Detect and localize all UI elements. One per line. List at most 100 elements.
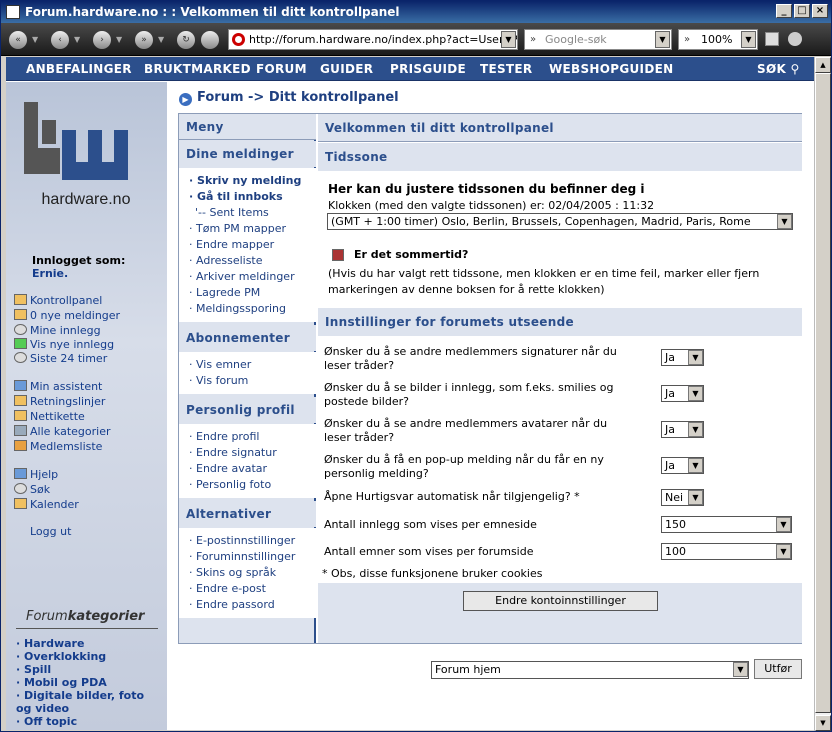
sidebar-link-nye-meldinger[interactable]: 0 nye meldinger — [14, 309, 120, 322]
topics-per-page-select[interactable]: 100 ▼ — [661, 543, 792, 560]
popup-question-cont: personlig melding? — [324, 467, 429, 480]
scroll-thumb[interactable] — [815, 73, 831, 713]
category-mobil[interactable]: · Mobil og PDA — [16, 676, 107, 689]
scroll-down-icon[interactable]: ▼ — [815, 715, 831, 731]
quickreply-select[interactable]: Nei ▼ — [661, 489, 704, 506]
sidebar-link-hjelp[interactable]: Hjelp — [14, 468, 58, 481]
home-icon[interactable] — [201, 31, 219, 49]
chevron-down-icon: ▼ — [777, 214, 792, 229]
vertical-scrollbar[interactable]: ▲ ▼ — [814, 57, 831, 731]
sidebar-link-siste-24[interactable]: Siste 24 timer — [14, 352, 107, 365]
popup-select[interactable]: Ja ▼ — [661, 457, 704, 474]
calendar-icon — [14, 498, 27, 509]
menu-item[interactable]: · Endre avatar — [189, 462, 267, 475]
search-icon: ⚲ — [790, 62, 800, 76]
category-hardware[interactable]: · Hardware — [16, 637, 84, 650]
zoom-dropdown-icon[interactable]: ▼ — [741, 31, 756, 48]
panel-toggle-icon[interactable] — [765, 32, 779, 46]
nav-forum[interactable]: FORUM — [256, 57, 307, 81]
chevron-down-icon: ▼ — [688, 350, 703, 365]
sidebar-link-vis-nye[interactable]: Vis nye innlegg — [14, 338, 114, 351]
browser-toolbar: « ▼ ‹ ▼ › ▼ » ▼ ↻ http://forum.hardware.… — [1, 23, 831, 56]
signature-select[interactable]: Ja ▼ — [661, 349, 704, 366]
dst-checkbox[interactable] — [332, 249, 344, 261]
sidebar-link-alle-kategorier[interactable]: Alle kategorier — [14, 425, 110, 438]
nav-guider[interactable]: GUIDER — [320, 57, 373, 81]
scroll-up-icon[interactable]: ▲ — [815, 57, 831, 73]
timezone-heading: Her kan du justere tidssonen du befinner… — [328, 182, 645, 196]
sidebar-link-retningslinjer[interactable]: Retningslinjer — [14, 395, 105, 408]
images-select[interactable]: Ja ▼ — [661, 385, 704, 402]
back-history-icon[interactable]: ▼ — [74, 35, 80, 44]
sidebar-link-mine-innlegg[interactable]: Mine innlegg — [14, 324, 101, 337]
sidebar-link-kontrollpanel[interactable]: Kontrollpanel — [14, 294, 102, 307]
sidebar-link-sok[interactable]: Søk — [14, 483, 50, 496]
menu-item[interactable]: · Vis emner — [189, 358, 251, 371]
menu-item[interactable]: · Personlig foto — [189, 478, 271, 491]
menu-item[interactable]: · Endre e-post — [189, 582, 266, 595]
close-button[interactable]: × — [812, 4, 828, 18]
avatars-select[interactable]: Ja ▼ — [661, 421, 704, 438]
category-spill[interactable]: · Spill — [16, 663, 51, 676]
reload-icon[interactable]: ↻ — [177, 31, 195, 49]
timezone-select[interactable]: (GMT + 1:00 timer) Oslo, Berlin, Brussel… — [327, 213, 793, 230]
fast-forward-icon[interactable]: » — [135, 31, 153, 49]
menu-item[interactable]: · E-postinnstillinger — [189, 534, 295, 547]
nav-prisguide[interactable]: PRISGUIDE — [390, 57, 466, 81]
menu-item[interactable]: · Lagrede PM — [189, 286, 260, 299]
menu-item[interactable]: · Endre mapper — [189, 238, 274, 251]
username-link[interactable]: Ernie. — [32, 267, 68, 280]
menu-item[interactable]: · Endre signatur — [189, 446, 277, 459]
hardware-logo[interactable]: hardware.no — [16, 100, 156, 220]
menu-item[interactable]: · Skriv ny melding — [189, 174, 301, 187]
save-settings-button[interactable]: Endre kontoinnstillinger — [463, 591, 658, 611]
settings-icon[interactable] — [788, 32, 802, 46]
category-digitale-bilder[interactable]: · Digitale bilder, foto — [16, 689, 144, 702]
forward-history-icon[interactable]: ▼ — [116, 35, 122, 44]
menu-item[interactable]: · Skins og språk — [189, 566, 276, 579]
menu-item[interactable]: · Endre profil — [189, 430, 259, 443]
menu-item[interactable]: · Arkiver meldinger — [189, 270, 295, 283]
posts-per-page-label: Antall innlegg som vises per emneside — [324, 518, 537, 531]
nav-anbefalinger[interactable]: ANBEFALINGER — [26, 57, 132, 81]
go-button[interactable]: Utfør — [754, 659, 802, 679]
nav-sok[interactable]: SØK ⚲ — [757, 57, 800, 81]
forum-jump-select[interactable]: Forum hjem ▼ — [431, 661, 749, 679]
back-dropdown-icon[interactable]: ▼ — [32, 35, 38, 44]
menu-item[interactable]: · Meldingssporing — [189, 302, 286, 315]
logout-link[interactable]: Logg ut — [30, 525, 71, 538]
address-dropdown-icon[interactable]: ▼ — [501, 31, 516, 48]
nav-bruktmarked[interactable]: BRUKTMARKED — [144, 57, 251, 81]
sidebar-link-nettikette[interactable]: Nettikette — [14, 410, 85, 423]
back-icon[interactable]: « — [9, 31, 27, 49]
address-bar[interactable]: http://forum.hardware.no/index.php?act=U… — [228, 29, 518, 50]
fast-forward-dropdown-icon[interactable]: ▼ — [158, 35, 164, 44]
sidebar-link-min-assistent[interactable]: Min assistent — [14, 380, 102, 393]
nav-tester[interactable]: TESTER — [480, 57, 532, 81]
opera-icon — [232, 33, 245, 46]
menu-item[interactable]: '-- Sent Items — [195, 206, 269, 219]
nav-webshopguiden[interactable]: WEBSHOPGUIDEN — [549, 57, 673, 81]
search-field[interactable]: » Google-søk ▼ — [524, 29, 672, 50]
category-overklokking[interactable]: · Overklokking — [16, 650, 106, 663]
breadcrumb[interactable]: ▶ Forum -> Ditt kontrollpanel — [179, 90, 399, 106]
minimize-button[interactable]: _ — [776, 4, 792, 18]
back-arrow-icon[interactable]: ‹ — [51, 31, 69, 49]
members-icon — [14, 440, 27, 451]
menu-item[interactable]: · Foruminnstillinger — [189, 550, 295, 563]
zoom-control[interactable]: » 100% ▼ — [678, 29, 758, 50]
menu-item[interactable]: · Adresseliste — [189, 254, 263, 267]
sidebar-link-medlemsliste[interactable]: Medlemsliste — [14, 440, 102, 453]
menu-item[interactable]: · Gå til innboks — [189, 190, 283, 203]
sidebar-link-kalender[interactable]: Kalender — [14, 498, 79, 511]
category-digitale-bilder-cont[interactable]: og video — [16, 702, 69, 715]
posts-per-page-select[interactable]: 150 ▼ — [661, 516, 792, 533]
menu-item[interactable]: · Endre passord — [189, 598, 275, 611]
menu-item[interactable]: · Tøm PM mapper — [189, 222, 286, 235]
menu-title: Meny — [179, 114, 316, 140]
menu-item[interactable]: · Vis forum — [189, 374, 248, 387]
search-dropdown-icon[interactable]: ▼ — [655, 31, 670, 48]
forward-icon[interactable]: › — [93, 31, 111, 49]
category-off-topic[interactable]: · Off topic — [16, 715, 77, 728]
maximize-button[interactable]: □ — [794, 4, 810, 18]
